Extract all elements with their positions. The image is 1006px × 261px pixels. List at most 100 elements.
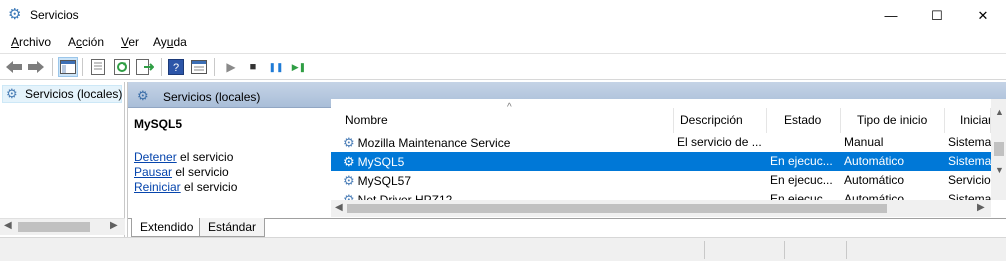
cell-status: En ejecuc... [770,154,840,168]
cell-name: ⚙ Mozilla Maintenance Service [331,135,671,151]
cell-startup-type-text: Automático [844,154,905,168]
cell-name: ⚙ MySQL5 [331,154,671,170]
cell-startup-type: Automático [844,173,940,187]
column-descripcion[interactable]: Descripción [674,108,767,133]
restart-service-link[interactable]: Reiniciar [134,180,181,194]
tree-horizontal-scrollbar[interactable]: ◀ ▶ [0,218,125,235]
toolbar-separator [214,58,215,76]
pause-service-action: Pausar el servicio [134,165,229,179]
services-gear-icon: ⚙ [6,86,18,101]
start-service-button[interactable]: ▶ [221,57,241,77]
list-horizontal-scrollbar[interactable]: ◀ ▶ [331,200,991,217]
scroll-down-icon[interactable]: ▼ [995,165,1004,175]
title-bar: ⚙ Servicios — ☐ ✕ [0,0,1006,31]
cell-name: ⚙ MySQL57 [331,173,671,189]
column-estado[interactable]: Estado [767,108,841,133]
service-gear-icon: ⚙ [343,135,355,150]
status-separator [784,241,785,259]
cell-description-text: El servicio de ... [677,135,762,149]
menu-archivo[interactable]: Archivo [11,35,51,49]
stop-service-action: Detener el servicio [134,150,234,164]
cell-logon-text: Sistema [948,154,991,168]
service-gear-icon: ⚙ [343,173,355,188]
table-row[interactable]: ⚙ MySQL5 En ejecuc... Automático Sistema [331,152,991,171]
services-panel: ⚙ Servicios (locales) MySQL5 Detener el … [127,82,1006,237]
scroll-right-icon[interactable]: ▶ [110,220,118,231]
cell-description: El servicio de ... [677,135,765,149]
cell-startup-type-text: Manual [844,135,884,149]
help-button[interactable]: ? [166,57,186,77]
column-nombre[interactable]: Nombre [331,108,674,133]
window-title: Servicios [30,8,79,22]
menu-ayuda[interactable]: Ayuda [153,35,187,49]
back-button[interactable] [4,57,24,77]
refresh-icon [114,59,130,75]
stop-service-button[interactable]: ■ [243,57,263,77]
tree-item-label: Servicios (locales) [25,87,123,101]
cell-status-text: En ejecuc... [770,154,833,168]
console-tree: ⚙ Servicios (locales) [0,82,125,237]
forward-button[interactable] [26,57,46,77]
cell-logon-text: Servicio [948,173,991,187]
table-row[interactable]: ⚙ Mozilla Maintenance Service El servicio … [331,133,991,152]
tab-estandar[interactable]: Estándar [199,218,266,237]
cell-name-text: MySQL5 [357,155,405,169]
menu-accion[interactable]: Acción [68,35,104,49]
toolbar-separator [161,58,162,76]
cell-status: En ejecuc... [770,173,840,187]
cell-status-text: En ejecuc... [770,173,833,187]
properties-button[interactable] [88,57,108,77]
list-vertical-scrollbar[interactable]: ▲ ▼ [991,99,1006,200]
status-bar [0,237,1006,261]
restart-icon: ▶❚ [291,61,307,72]
service-details-pane: MySQL5 Detener el servicio Pausar el ser… [128,108,331,218]
services-list: ^ Nombre Descripción Estado Tipo de inic… [331,99,1006,218]
scrollbar-thumb[interactable] [994,142,1004,156]
cell-logon: Sistema [948,135,991,149]
scroll-up-icon[interactable]: ▲ [995,107,1004,117]
show-console-tree-button[interactable] [58,57,78,77]
status-separator [846,241,847,259]
properties-page-icon [91,59,105,75]
service-gear-icon: ⚙ [343,154,355,169]
cell-name-text: MySQL57 [357,174,412,188]
restart-service-button[interactable]: ▶❚ [289,57,309,77]
action-pane-icon [191,60,207,74]
stop-service-link[interactable]: Detener [134,150,177,164]
column-tipo-de-inicio[interactable]: Tipo de inicio [841,108,945,133]
scroll-left-icon[interactable]: ◀ [335,202,343,213]
services-gear-icon: ⚙ [8,6,22,23]
maximize-button[interactable]: ☐ [914,0,960,31]
pause-service-link[interactable]: Pausar [134,165,172,179]
scrollbar-thumb[interactable] [18,222,90,232]
column-iniciar-sesion[interactable]: Iniciar [945,108,991,133]
panel-title: Servicios (locales) [163,90,261,104]
close-button[interactable]: ✕ [960,0,1006,31]
scroll-right-icon[interactable]: ▶ [977,202,985,213]
toolbar-separator [82,58,83,76]
table-row[interactable]: ⚙ MySQL57 En ejecuc... Automático Servicio [331,171,991,190]
status-separator [704,241,705,259]
menu-ver[interactable]: Ver [121,35,139,49]
cell-logon-text: Sistema [948,135,991,149]
stop-icon: ■ [249,61,257,73]
restart-service-action: Reiniciar el servicio [134,180,238,194]
toolbar: ? ▶ ■ ❚❚ ▶❚ [0,53,1006,80]
view-tabs: Extendido Estándar [128,218,1006,237]
export-list-icon [136,59,154,75]
refresh-button[interactable] [112,57,132,77]
pause-service-button[interactable]: ❚❚ [266,57,286,77]
scroll-left-icon[interactable]: ◀ [4,220,12,231]
arrow-right-icon [28,61,44,73]
tab-extendido[interactable]: Extendido [131,218,203,237]
cell-logon: Sistema [948,154,991,168]
menu-bar: Archivo Acción Ver Ayuda [0,31,1006,53]
show-action-pane-button[interactable] [189,57,209,77]
tree-item-servicios-locales[interactable]: ⚙ Servicios (locales) [2,85,122,103]
minimize-button[interactable]: — [868,0,914,31]
cell-startup-type: Automático [844,154,940,168]
scrollbar-thumb[interactable] [347,204,887,213]
column-header-row: ^ Nombre Descripción Estado Tipo de inic… [331,102,1006,133]
console-tree-icon [60,60,76,74]
export-list-button[interactable] [135,57,155,77]
